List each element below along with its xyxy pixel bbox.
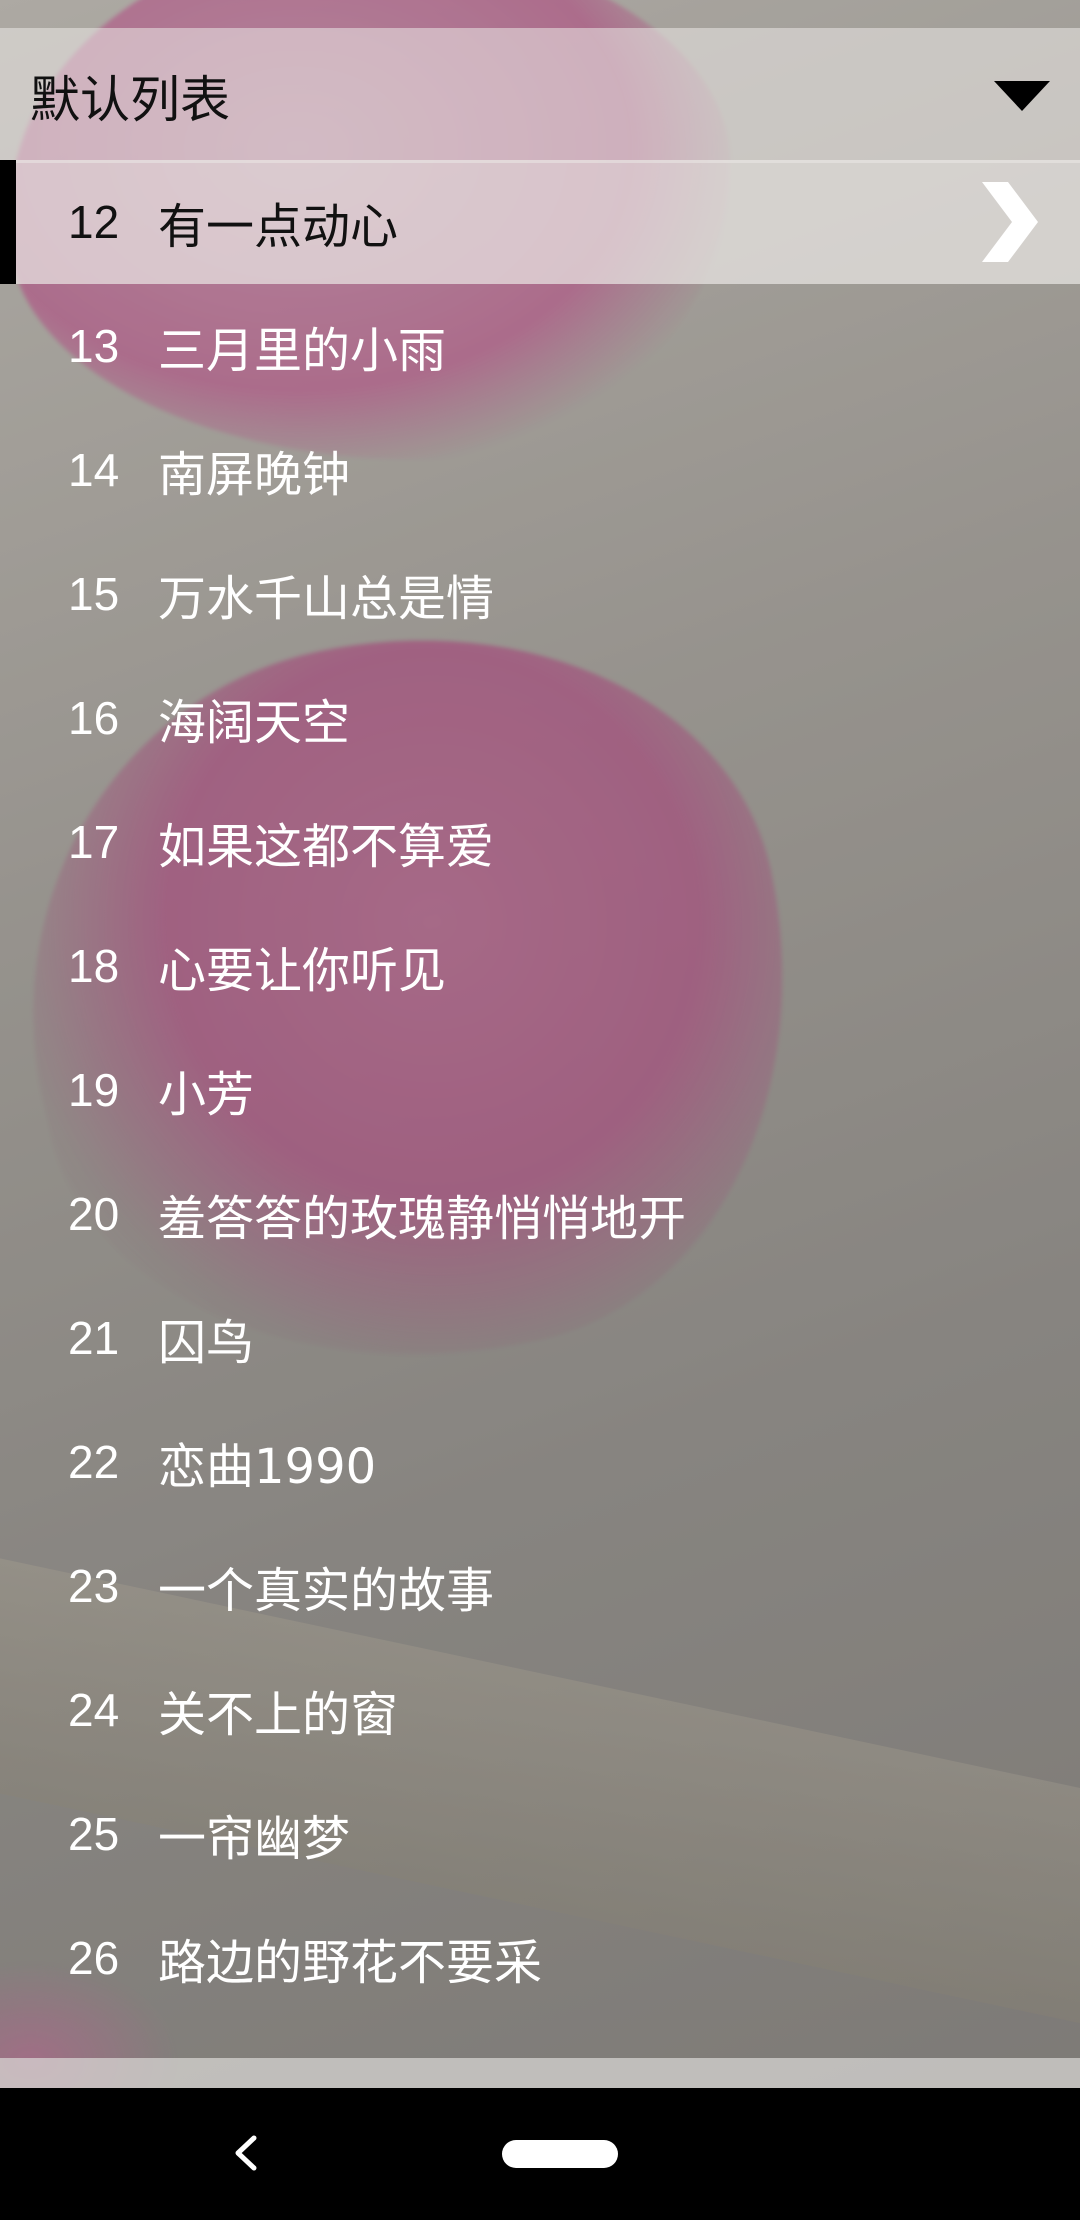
song-row[interactable]: 16 海阔天空: [0, 656, 1080, 780]
active-indicator: [0, 160, 16, 284]
song-number: 14: [68, 444, 120, 496]
song-title: 心要让你听见: [158, 943, 447, 999]
system-nav-bar: [0, 2088, 1080, 2220]
song-row[interactable]: 18 心要让你听见: [0, 904, 1080, 1028]
song-title: 羞答答的玫瑰静悄悄地开: [158, 1191, 687, 1247]
song-title: 如果这都不算爱: [158, 819, 495, 875]
back-icon[interactable]: [222, 2128, 272, 2178]
song-number: 22: [68, 1436, 120, 1488]
song-list: 12 有一点动心 13 三月里的小雨 14 南屏晚钟 15 万水千山总是情 16…: [0, 160, 1080, 2020]
song-row-active[interactable]: 12 有一点动心: [0, 160, 1080, 284]
song-number: 26: [68, 1932, 120, 1984]
song-title: 一个真实的故事: [158, 1563, 495, 1619]
song-number: 23: [68, 1560, 120, 1612]
song-title: 有一点动心: [158, 199, 399, 255]
song-row[interactable]: 13 三月里的小雨: [0, 284, 1080, 408]
song-number: 17: [68, 816, 120, 868]
home-pill-icon[interactable]: [502, 2140, 618, 2168]
song-row[interactable]: 17 如果这都不算爱: [0, 780, 1080, 904]
song-title: 万水千山总是情: [158, 571, 495, 627]
song-row[interactable]: 20 羞答答的玫瑰静悄悄地开: [0, 1152, 1080, 1276]
playlist-selector[interactable]: 默认列表: [0, 28, 1080, 163]
song-title: 关不上的窗: [158, 1687, 399, 1743]
song-row[interactable]: 25 一帘幽梦: [0, 1772, 1080, 1896]
song-number: 13: [68, 320, 120, 372]
song-row[interactable]: 22 恋曲1990: [0, 1400, 1080, 1524]
song-title: 囚鸟: [158, 1315, 255, 1371]
triangle-down-icon[interactable]: [994, 80, 1050, 111]
song-title: 恋曲1990: [158, 1439, 377, 1495]
song-row[interactable]: 24 关不上的窗: [0, 1648, 1080, 1772]
song-number: 24: [68, 1684, 120, 1736]
list-bottom-edge: [0, 2058, 1080, 2088]
song-number: 25: [68, 1808, 120, 1860]
song-row[interactable]: 26 路边的野花不要采: [0, 1896, 1080, 2020]
song-title: 一帘幽梦: [158, 1811, 351, 1867]
song-title: 三月里的小雨: [158, 323, 447, 379]
song-row[interactable]: 14 南屏晚钟: [0, 408, 1080, 532]
song-row[interactable]: 15 万水千山总是情: [0, 532, 1080, 656]
song-row[interactable]: 19 小芳: [0, 1028, 1080, 1152]
song-title: 小芳: [158, 1067, 255, 1123]
song-number: 15: [68, 568, 120, 620]
song-title: 海阔天空: [158, 695, 351, 751]
song-row[interactable]: 23 一个真实的故事: [0, 1524, 1080, 1648]
song-number: 19: [68, 1064, 120, 1116]
song-number: 16: [68, 692, 120, 744]
song-title: 路边的野花不要采: [158, 1935, 543, 1991]
song-number: 20: [68, 1188, 120, 1240]
song-title: 南屏晚钟: [158, 447, 351, 503]
song-row[interactable]: 21 囚鸟: [0, 1276, 1080, 1400]
playlist-title: 默认列表: [30, 70, 230, 129]
song-number: 21: [68, 1312, 120, 1364]
chevron-right-icon[interactable]: [980, 182, 1040, 262]
song-number: 12: [68, 196, 120, 248]
song-number: 18: [68, 940, 120, 992]
